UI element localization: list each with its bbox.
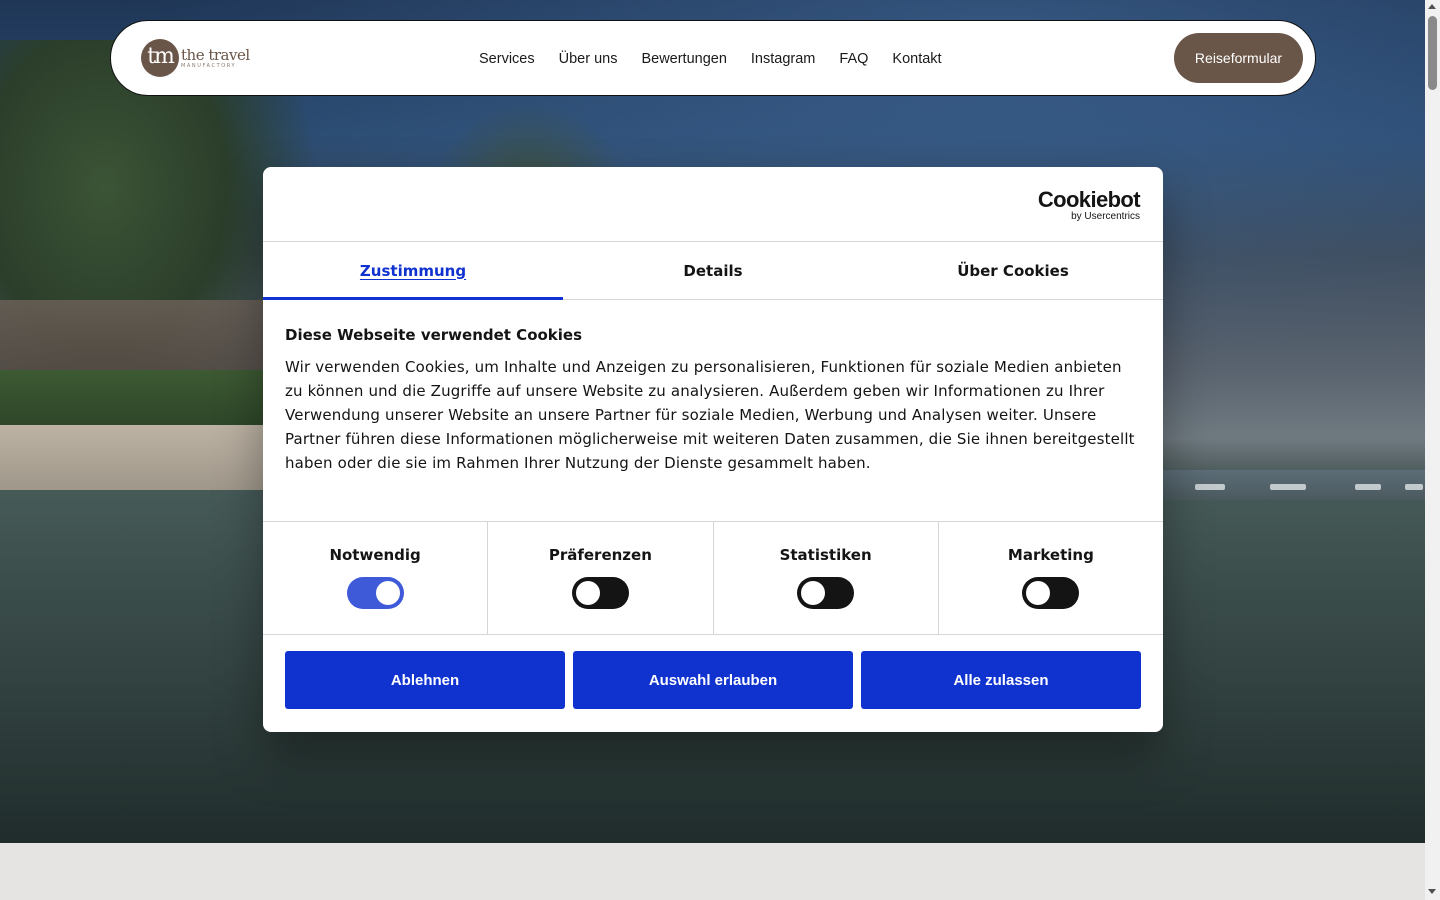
nav-link-reviews[interactable]: Bewertungen: [641, 51, 726, 67]
page-scrollbar[interactable]: [1425, 0, 1440, 900]
top-navbar: tm the travel MANUFACTORY Services Über …: [110, 20, 1316, 96]
nav-link-contact[interactable]: Kontakt: [892, 51, 941, 67]
category-label: Marketing: [1007, 546, 1094, 564]
consent-body: Diese Webseite verwendet Cookies Wir ver…: [263, 300, 1163, 522]
necessary-toggle[interactable]: [346, 577, 404, 609]
boat: [1405, 484, 1423, 490]
scroll-down-arrow-icon[interactable]: [1428, 889, 1436, 894]
boat: [1270, 484, 1306, 490]
category-label: Statistiken: [779, 546, 872, 564]
nav-link-services[interactable]: Services: [479, 51, 535, 67]
logo-subtitle: MANUFACTORY: [181, 62, 237, 69]
nav-link-faq[interactable]: FAQ: [839, 51, 868, 67]
allow-all-button[interactable]: Alle zulassen: [861, 651, 1141, 709]
toggle-knob: [575, 581, 600, 605]
category-marketing: Marketing: [939, 522, 1163, 634]
logo-name: the travel: [181, 45, 250, 64]
logo-wordmark: the travel MANUFACTORY: [181, 47, 250, 70]
tab-about-cookies[interactable]: Über Cookies: [863, 242, 1163, 299]
boat: [1195, 484, 1225, 490]
main-nav-links: Services Über uns Bewertungen Instagram …: [479, 21, 966, 97]
cookie-category-toggles: Notwendig Präferenzen Statistiken Market…: [263, 522, 1163, 635]
dialog-header: Cookiebot by Usercentrics: [263, 167, 1163, 242]
marketing-toggle[interactable]: [1022, 577, 1080, 609]
cookiebot-by-line: by Usercentrics: [1071, 211, 1140, 222]
scrollbar-thumb[interactable]: [1428, 16, 1437, 90]
category-label: Präferenzen: [548, 546, 652, 564]
category-preferences: Präferenzen: [488, 522, 714, 634]
tab-consent[interactable]: Zustimmung: [263, 242, 563, 300]
cookiebot-logo[interactable]: Cookiebot by Usercentrics: [1037, 187, 1141, 223]
cookiebot-brand: Cookiebot: [1037, 187, 1141, 212]
nav-link-instagram[interactable]: Instagram: [751, 51, 815, 67]
consent-title: Diese Webseite verwendet Cookies: [285, 326, 583, 344]
decline-button[interactable]: Ablehnen: [285, 651, 565, 709]
preferences-toggle[interactable]: [571, 577, 629, 609]
statistics-toggle[interactable]: [797, 577, 855, 609]
category-label: Notwendig: [329, 546, 421, 564]
nav-link-about[interactable]: Über uns: [559, 51, 618, 67]
scroll-up-arrow-icon[interactable]: [1428, 4, 1436, 9]
consent-description: Wir verwenden Cookies, um Inhalte und An…: [285, 358, 1135, 472]
tab-details[interactable]: Details: [563, 242, 863, 299]
toggle-knob: [801, 581, 826, 605]
bushes: [0, 370, 265, 430]
toggle-knob: [375, 581, 400, 605]
logo-monogram: tm: [141, 39, 179, 77]
category-statistics: Statistiken: [714, 522, 939, 634]
boat: [1355, 484, 1381, 490]
site-logo[interactable]: tm the travel MANUFACTORY: [141, 39, 250, 77]
cookie-consent-dialog: Cookiebot by Usercentrics Zustimmung Det…: [263, 167, 1163, 732]
category-necessary: Notwendig: [263, 522, 489, 634]
toggle-knob: [1026, 581, 1051, 605]
travel-form-button[interactable]: Reiseformular: [1174, 33, 1303, 83]
allow-selection-button[interactable]: Auswahl erlauben: [573, 651, 853, 709]
consent-tabs: Zustimmung Details Über Cookies: [263, 242, 1163, 300]
consent-actions: Ablehnen Auswahl erlauben Alle zulassen: [263, 635, 1163, 709]
